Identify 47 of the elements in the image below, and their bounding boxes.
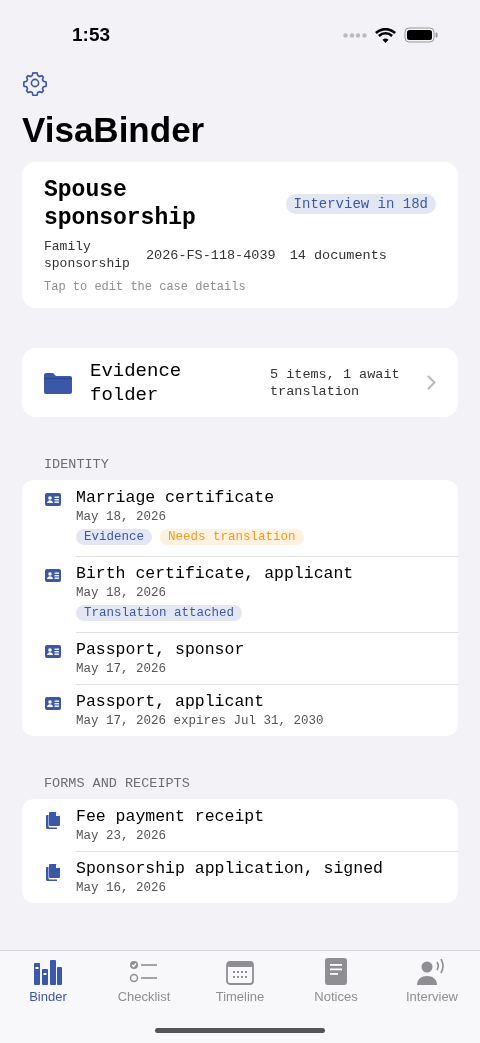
id-card-icon <box>45 645 61 658</box>
section-header: IDENTITY <box>44 457 110 472</box>
folder-icon <box>44 371 72 394</box>
documents-icon <box>46 864 60 881</box>
document-date: May 23, 2026 <box>76 828 167 844</box>
speaking-person-icon <box>417 959 447 985</box>
app-title: VisaBinder <box>22 110 206 150</box>
case-title: Spouse sponsorship <box>44 176 197 232</box>
document-title[interactable]: Sponsorship application, signed <box>76 859 383 879</box>
document-title[interactable]: Fee payment receipt <box>76 807 265 827</box>
status-time: 1:53 <box>72 24 111 46</box>
document-date: May 16, 2026 <box>76 880 167 896</box>
wifi-icon <box>375 27 396 43</box>
document-date: May 18, 2026 <box>76 585 167 601</box>
case-category: Family sponsorship <box>44 238 131 272</box>
documents-icon <box>46 812 60 829</box>
document-icon <box>325 958 347 985</box>
case-number: 2026-FS-118-4039 <box>146 247 276 263</box>
folder-title: Evidence folder <box>90 358 183 407</box>
document-title[interactable]: Marriage certificate <box>76 488 304 508</box>
section-header: FORMS AND RECEIPTS <box>44 776 191 791</box>
folder-summary: 5 items, 1 await translation <box>270 365 401 400</box>
status-tag: Needs translation <box>160 529 304 545</box>
id-card-icon <box>45 697 61 710</box>
folder-card[interactable]: Evidence folder 5 items, 1 await translation <box>22 348 458 417</box>
edit-hint: Tap to edit the case details <box>44 280 247 294</box>
id-card-icon <box>45 569 61 582</box>
document-date: May 18, 2026 <box>76 509 167 525</box>
document-date: May 17, 2026 <box>76 661 167 677</box>
document-title[interactable]: Passport, sponsor <box>76 640 245 660</box>
document-count: 14 documents <box>289 247 387 263</box>
interview-badge: Interview in 18d <box>285 194 436 214</box>
status-tag: Translation attached <box>76 605 243 621</box>
id-card-icon <box>45 493 61 506</box>
document-title[interactable]: Birth certificate, applicant <box>76 564 354 584</box>
settings-icon[interactable] <box>22 70 48 96</box>
checklist-icon <box>129 959 159 985</box>
chevron-icon <box>427 375 436 390</box>
calendar-icon <box>226 961 254 985</box>
tab[interactable]: Binder <box>3 955 93 1004</box>
books-icon <box>33 959 63 985</box>
battery-icon <box>404 27 438 43</box>
signal-icon <box>343 32 367 38</box>
document-date: May 17, 2026 expires Jul 31, 2030 <box>76 713 324 729</box>
case-card[interactable]: Spouse sponsorship Interview in 18d Family sponsorship 2026-FS-118-4039 14 documents Tap to edit the case details <box>22 162 458 308</box>
status-tag: Evidence <box>76 529 152 545</box>
document-title[interactable]: Passport, applicant <box>76 692 324 712</box>
